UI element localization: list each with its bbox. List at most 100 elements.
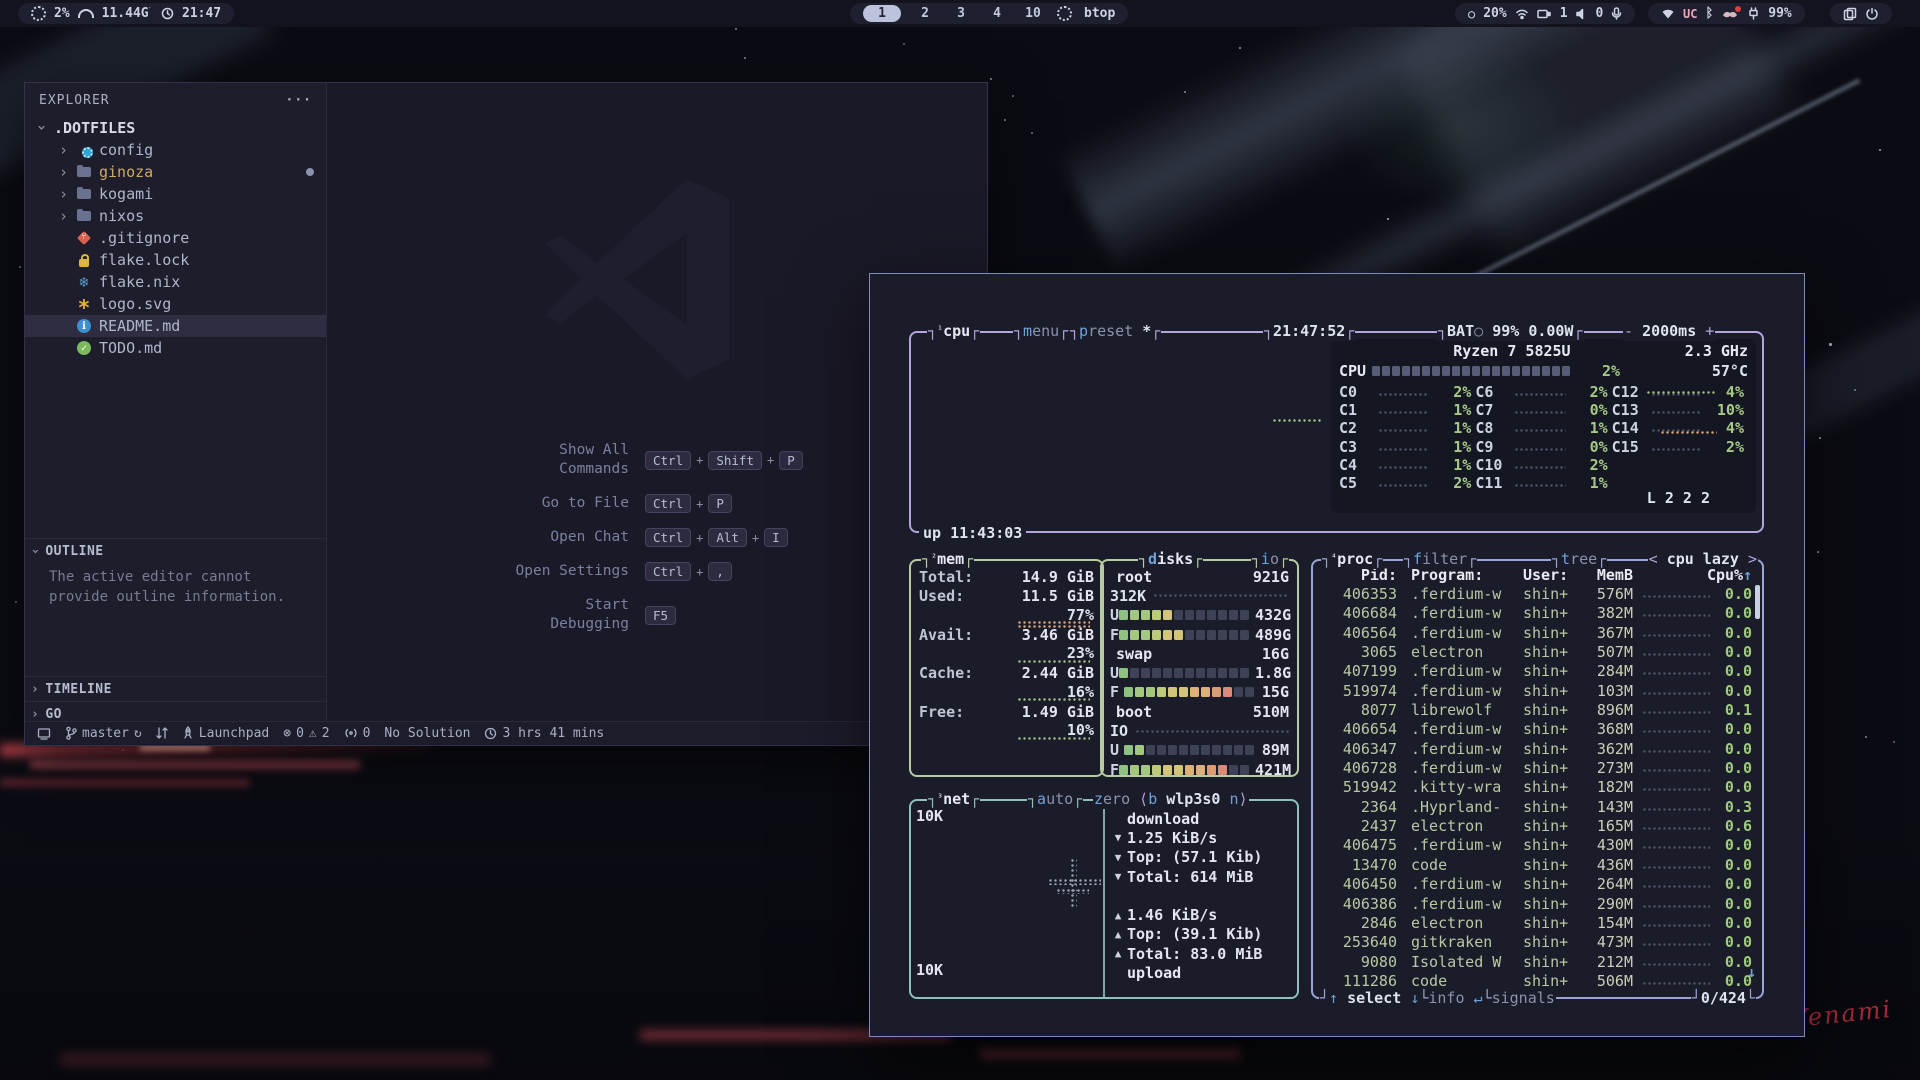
explorer-item[interactable]: › nixos — [25, 205, 326, 227]
process-row[interactable]: 2437electronshin+ 165M0.6 — [1313, 816, 1762, 835]
up-arrow-icon: ▲ — [1109, 909, 1127, 922]
down-arrow-icon: ▼ — [1109, 831, 1127, 844]
nix-icon: ❄ — [76, 274, 92, 290]
clock-icon — [161, 7, 174, 20]
workspace-button[interactable]: 3 — [949, 6, 973, 21]
process-row[interactable]: 519974.ferdium-wshin+ 103M0.0 — [1313, 681, 1762, 700]
net-interface-selector[interactable]: zero ⟨b wlp3s0 n⟩ — [1093, 789, 1249, 809]
explorer-item[interactable]: › kogami — [25, 183, 326, 205]
disk-name-row: boot510M — [1102, 702, 1297, 721]
process-row[interactable]: 406450.ferdium-wshin+ 264M0.0 — [1313, 875, 1762, 894]
go-title: GO — [45, 707, 62, 722]
explorer-item[interactable]: › ginoza — [25, 161, 326, 183]
wifi-icon — [1515, 8, 1529, 20]
key-cap: Ctrl — [645, 528, 691, 547]
disks-io-toggle[interactable]: ┐io┌ — [1251, 549, 1289, 569]
chevron-down-icon: › — [33, 123, 51, 133]
filter-button[interactable]: ┐filter┌ — [1403, 549, 1477, 569]
explorer-more-button[interactable]: ··· — [286, 93, 312, 108]
core-name: C10 — [1475, 456, 1515, 474]
explorer-item-label: TODO.md — [99, 339, 162, 357]
workspace-button[interactable]: 10 — [1021, 6, 1045, 21]
system-stats-pill[interactable]: 2% 11.44GB — [18, 3, 169, 24]
sort-selector[interactable]: < cpu lazy > — [1648, 549, 1758, 569]
explorer-item[interactable]: README.md — [25, 315, 326, 337]
explorer-item[interactable]: › config — [25, 139, 326, 161]
volume-level: 0 — [1596, 6, 1604, 21]
process-row[interactable]: 406728.ferdium-wshin+ 273M0.0 — [1313, 758, 1762, 777]
time-tracker[interactable]: 3 hrs 41 mins — [484, 726, 604, 741]
chevron-right-icon: › — [31, 707, 39, 722]
process-row[interactable]: 406654.ferdium-wshin+ 368M0.0 — [1313, 720, 1762, 739]
process-row[interactable]: 9080Isolated Wshin+ 212M0.0 — [1313, 952, 1762, 971]
clock-pill[interactable]: 21:47 — [148, 3, 234, 24]
connectivity-pill[interactable]: UC ᛒ 99% — [1648, 3, 1805, 24]
menu-button[interactable]: ┐menu┌ — [1013, 321, 1069, 341]
compare-button[interactable] — [156, 726, 168, 740]
remote-window-button[interactable] — [37, 727, 51, 740]
explorer-item[interactable]: * logo.svg — [25, 293, 326, 315]
problems-button[interactable]: ⊗ 0 ⚠ 2 — [283, 726, 329, 741]
process-row[interactable]: 406475.ferdium-wshin+ 430M0.0 — [1313, 836, 1762, 855]
process-row[interactable]: 406353.ferdium-wshin+ 576M0.0 — [1313, 584, 1762, 603]
scrollbar-thumb[interactable] — [1755, 585, 1760, 619]
shortcut-keys: F5 — [645, 606, 676, 625]
explorer-root-folder[interactable]: › .DOTFILES — [25, 117, 326, 139]
launchpad-button[interactable]: Launchpad — [182, 726, 269, 741]
process-row[interactable]: 406347.ferdium-wshin+ 362M0.0 — [1313, 739, 1762, 758]
memory-icon — [78, 9, 94, 18]
explorer-item[interactable]: ❄ flake.nix — [25, 271, 326, 293]
process-row[interactable]: 13470codeshin+ 436M0.0 — [1313, 855, 1762, 874]
error-icon: ⊗ — [283, 726, 291, 741]
power-plug-icon — [1747, 7, 1760, 20]
explorer-item-label: flake.lock — [99, 251, 189, 269]
process-row[interactable]: 406386.ferdium-wshin+ 290M0.0 — [1313, 894, 1762, 913]
process-row[interactable]: 406564.ferdium-wshin+ 367M0.0 — [1313, 623, 1762, 642]
workspace-button[interactable]: 1 — [863, 5, 901, 22]
process-row[interactable]: 406684.ferdium-wshin+ 382M0.0 — [1313, 604, 1762, 623]
wallpaper-red-lights — [60, 1055, 490, 1064]
core-graph — [1379, 411, 1429, 415]
preset-button[interactable]: ┐preset *┌ — [1069, 321, 1161, 341]
key-cap: I — [764, 528, 788, 547]
core-usage: 2% — [1572, 383, 1608, 401]
update-interval-control[interactable]: - 2000ms + — [1623, 321, 1715, 341]
select-key[interactable]: select — [1347, 988, 1401, 1008]
upload-label: upload — [1127, 964, 1181, 982]
session-pill[interactable] — [1830, 3, 1892, 24]
process-row[interactable]: 3065electronshin+ 507M0.0 — [1313, 642, 1762, 661]
workspace-button[interactable]: 2 — [913, 6, 937, 21]
ports-count: 0 — [363, 726, 371, 741]
explorer-item[interactable]: .gitignore — [25, 227, 326, 249]
process-row[interactable]: 253640gitkrakenshin+ 473M0.0 — [1313, 933, 1762, 952]
solution-status[interactable]: No Solution — [384, 726, 470, 741]
core-name: C5 — [1339, 474, 1379, 492]
process-row[interactable]: 2846electronshin+ 154M0.0 — [1313, 913, 1762, 932]
git-branch-button[interactable]: master ↻ — [65, 726, 142, 741]
workspace-button[interactable]: 4 — [985, 6, 1009, 21]
scroll-down-icon[interactable]: ↓ — [1747, 963, 1756, 981]
core-row: C4 1% — [1339, 456, 1471, 474]
process-row[interactable]: 2364.Hyprland-shin+ 143M0.3 — [1313, 797, 1762, 816]
tree-button[interactable]: ┐tree┌ — [1551, 549, 1607, 569]
shortcut-keys: Ctrl+, — [645, 562, 732, 581]
core-row: C7 0% — [1475, 401, 1607, 419]
up-arrow-icon: ▲ — [1109, 928, 1127, 941]
process-row[interactable]: 407199.ferdium-wshin+ 284M0.0 — [1313, 662, 1762, 681]
ports-button[interactable]: 0 — [344, 726, 371, 741]
outline-section-header[interactable]: › OUTLINE — [25, 539, 326, 563]
core-row: C1 1% — [1339, 401, 1471, 419]
net-auto-button[interactable]: ┐auto┌ — [1027, 789, 1083, 809]
process-table: 406353.ferdium-wshin+ 576M0.0 406684.fer… — [1313, 584, 1762, 990]
info-key[interactable]: info — [1428, 988, 1464, 1008]
hardware-pill[interactable]: ○ 20% 1 0 — [1455, 3, 1635, 24]
timeline-section-header[interactable]: › TIMELINE — [25, 677, 326, 701]
core-name: C13 — [1612, 401, 1652, 419]
process-row[interactable]: 519942.kitty-wrashin+ 182M0.0 — [1313, 778, 1762, 797]
memory-meter — [1018, 737, 1090, 741]
process-row[interactable]: 8077librewolfshin+ 896M0.1 — [1313, 700, 1762, 719]
explorer-item[interactable]: TODO.md — [25, 337, 326, 359]
key-cap: P — [779, 451, 803, 470]
signals-key[interactable]: signals — [1492, 988, 1555, 1008]
explorer-item[interactable]: flake.lock — [25, 249, 326, 271]
